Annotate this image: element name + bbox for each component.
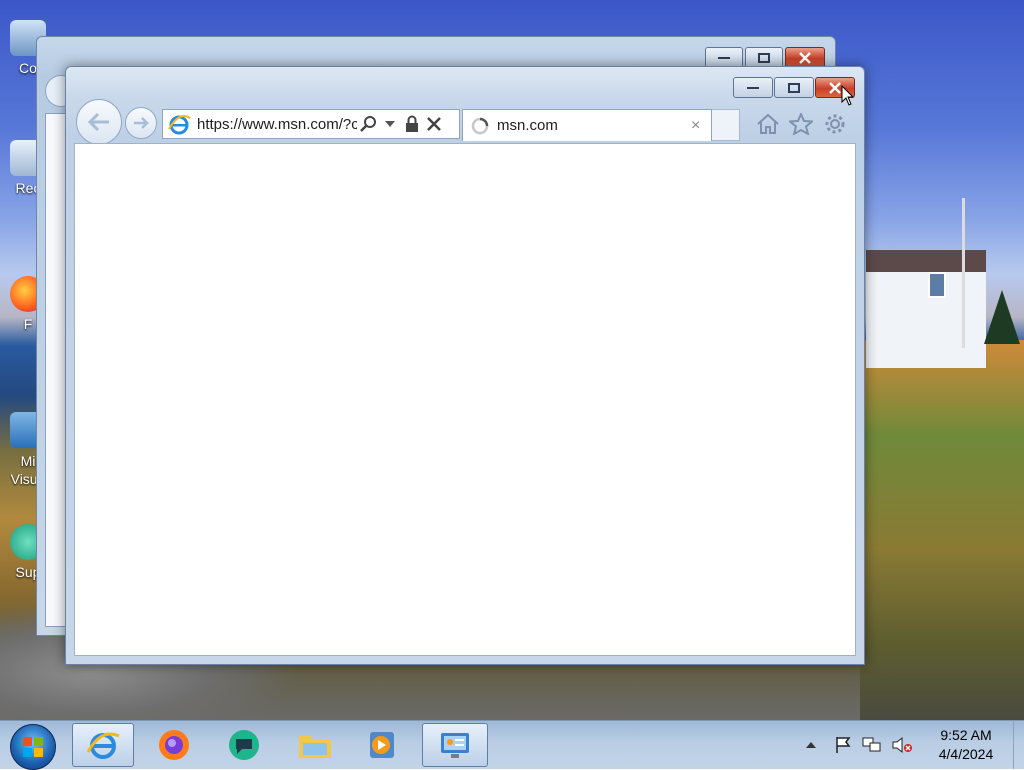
desktop-icon-label: Co bbox=[19, 60, 37, 76]
chevron-up-icon bbox=[806, 742, 816, 748]
new-tab-button[interactable] bbox=[712, 109, 740, 141]
taskbar-item-control-panel[interactable] bbox=[422, 723, 488, 767]
stop-button[interactable] bbox=[423, 113, 445, 135]
maximize-icon bbox=[758, 52, 770, 63]
ie-browser-window[interactable]: https://www.msn.com/?c msn.com × bbox=[65, 66, 865, 665]
windows-logo-icon bbox=[23, 737, 43, 757]
taskbar-item-media-player[interactable] bbox=[350, 723, 412, 767]
address-dropdown-button[interactable] bbox=[379, 113, 401, 135]
close-icon bbox=[799, 51, 811, 64]
taskbar-item-firefox[interactable] bbox=[143, 723, 205, 767]
mouse-cursor-icon bbox=[841, 85, 855, 106]
favorites-button[interactable] bbox=[787, 111, 815, 137]
back-icon bbox=[87, 112, 109, 132]
lock-icon bbox=[406, 115, 418, 132]
volume-button[interactable] bbox=[890, 721, 914, 769]
clock-date: 4/4/2024 bbox=[938, 746, 994, 762]
ie-logo-icon bbox=[168, 115, 191, 135]
wallpaper-tree bbox=[984, 290, 1020, 344]
tab-close-button[interactable]: × bbox=[691, 117, 711, 135]
wallpaper-flagpole bbox=[962, 198, 965, 348]
page-content-area[interactable] bbox=[74, 143, 856, 656]
taskbar: 9:52 AM 4/4/2024 bbox=[0, 720, 1024, 770]
search-button[interactable] bbox=[357, 113, 379, 135]
taskbar-item-file-explorer[interactable] bbox=[284, 723, 346, 767]
security-lock-button[interactable] bbox=[401, 113, 423, 135]
wallpaper-house-window bbox=[928, 272, 946, 298]
background-minimize-button[interactable] bbox=[705, 47, 743, 68]
flag-icon bbox=[836, 737, 851, 753]
search-icon bbox=[360, 116, 376, 132]
settings-gear-icon bbox=[825, 114, 845, 134]
chat-app-icon bbox=[229, 730, 259, 760]
address-input[interactable]: https://www.msn.com/?c bbox=[197, 116, 357, 133]
background-maximize-button[interactable] bbox=[745, 47, 783, 68]
maximize-button[interactable] bbox=[774, 77, 814, 98]
dropdown-arrow-icon bbox=[385, 121, 395, 127]
loading-spinner-icon bbox=[471, 117, 489, 134]
tab-title: msn.com bbox=[497, 117, 558, 134]
close-icon bbox=[829, 81, 841, 94]
action-center-button[interactable] bbox=[832, 721, 854, 769]
home-icon bbox=[757, 113, 779, 134]
minimize-button[interactable] bbox=[733, 77, 773, 98]
taskbar-item-internet-explorer[interactable] bbox=[72, 723, 134, 767]
minimize-icon bbox=[747, 86, 759, 89]
wallpaper-hill bbox=[860, 340, 1024, 720]
stop-icon bbox=[427, 117, 441, 131]
internet-explorer-icon bbox=[86, 732, 120, 759]
favorites-star-icon bbox=[789, 113, 813, 135]
volume-muted-icon bbox=[892, 736, 912, 754]
background-close-button[interactable] bbox=[785, 47, 825, 68]
folder-icon bbox=[299, 736, 331, 758]
maximize-icon bbox=[788, 82, 800, 93]
desktop-icon-label: F bbox=[23, 316, 33, 332]
clock-time: 9:52 AM bbox=[940, 727, 992, 743]
firefox-icon bbox=[159, 730, 189, 760]
system-clock[interactable]: 9:52 AM 4/4/2024 bbox=[926, 726, 1006, 764]
minimize-icon bbox=[718, 56, 730, 59]
back-button[interactable] bbox=[76, 99, 122, 145]
settings-button[interactable] bbox=[821, 111, 849, 137]
address-bar[interactable]: https://www.msn.com/?c bbox=[162, 109, 460, 139]
network-button[interactable] bbox=[860, 721, 884, 769]
forward-icon bbox=[134, 117, 149, 129]
desktop: Co Rec F Mi Visua Sup https://www.msn.co… bbox=[0, 0, 1024, 720]
network-icon bbox=[862, 737, 881, 752]
show-desktop-button[interactable] bbox=[1013, 721, 1024, 769]
taskbar-item-chat-app[interactable] bbox=[213, 723, 275, 767]
wallpaper-house bbox=[866, 250, 986, 368]
media-player-icon bbox=[370, 732, 394, 758]
control-panel-icon bbox=[441, 733, 469, 758]
show-hidden-icons-button[interactable] bbox=[802, 721, 820, 769]
tab-msn[interactable]: msn.com × bbox=[462, 109, 712, 141]
forward-button[interactable] bbox=[125, 107, 157, 139]
start-button[interactable] bbox=[10, 724, 56, 770]
home-button[interactable] bbox=[754, 111, 782, 137]
